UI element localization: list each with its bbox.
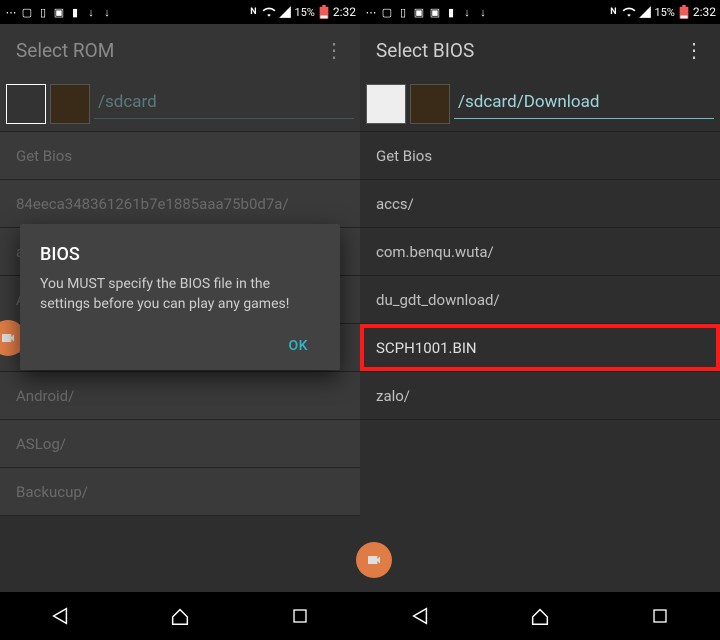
video-icon: ▮	[68, 5, 82, 19]
rom-thumb-1[interactable]	[366, 84, 406, 124]
rom-thumb-1[interactable]	[6, 84, 46, 124]
list-item[interactable]: Get Bios	[360, 132, 720, 180]
recents-button[interactable]	[280, 596, 320, 636]
right-pane: ⋯ ▢ ▯ ▣ ▣ ▮ ↓ ↓ N 15% 2:32 Select BIOS ⋮	[360, 0, 720, 640]
cast-icon: ▢	[20, 5, 34, 19]
status-bar: ⋯ ▢ ▯ ▣ ▣ ▮ ↓ ↓ N 15% 2:32	[360, 0, 720, 24]
nfc-icon: N	[246, 5, 260, 19]
pic-icon: ▣	[412, 5, 426, 19]
list-item-highlighted[interactable]: SCPH1001.BIN	[360, 324, 720, 372]
list-item[interactable]: 84eeca348361261b7e1885aaa75b0d7a/	[0, 180, 360, 228]
page-title: Select BIOS	[376, 39, 474, 62]
battery-pct: 15%	[294, 6, 314, 19]
nfc-icon: N	[606, 5, 620, 19]
path-row: /sdcard/Download	[360, 76, 720, 132]
notif-icon: ⋯	[4, 5, 18, 19]
app-bar: Select ROM ⋮	[0, 24, 360, 76]
recents-button[interactable]	[640, 596, 680, 636]
nav-bar	[0, 592, 360, 640]
overflow-menu[interactable]: ⋮	[324, 38, 344, 62]
rom-thumb-2[interactable]	[410, 84, 450, 124]
battery-pct: 15%	[654, 6, 674, 19]
path-input[interactable]: /sdcard	[94, 88, 354, 119]
list-item[interactable]: Get Bios	[0, 132, 360, 180]
signal-icon	[638, 5, 652, 19]
battery-icon	[317, 5, 331, 19]
notif-icon: ⋯	[364, 5, 378, 19]
recorder-icon[interactable]	[356, 542, 392, 578]
list-item[interactable]: com.benqu.wuta/	[360, 228, 720, 276]
clock: 2:32	[333, 5, 356, 19]
list-item[interactable]: accs/	[360, 180, 720, 228]
list-item[interactable]: du_gdt_download/	[360, 276, 720, 324]
cast-icon: ▢	[380, 5, 394, 19]
dialog-ok-button[interactable]: OK	[277, 330, 321, 362]
download-icon: ↓	[476, 5, 490, 19]
back-button[interactable]	[400, 596, 440, 636]
wifi-icon	[622, 5, 636, 19]
back-button[interactable]	[40, 596, 80, 636]
clock: 2:32	[693, 5, 716, 19]
list-item[interactable]: zalo/	[360, 372, 720, 420]
file-list: Get Bios accs/ com.benqu.wuta/ du_gdt_do…	[360, 132, 720, 592]
list-item[interactable]: Backucup/	[0, 468, 360, 516]
page-title: Select ROM	[16, 39, 114, 62]
status-bar: ⋯ ▢ ▯ ▣ ▮ ↓ ↓ N 15% 2:32	[0, 0, 360, 24]
bios-dialog: BIOS You MUST specify the BIOS file in t…	[20, 224, 340, 370]
app-bar: Select BIOS ⋮	[360, 24, 720, 76]
path-input[interactable]: /sdcard/Download	[454, 88, 714, 119]
dialog-body: You MUST specify the BIOS file in the se…	[40, 275, 320, 314]
list-item[interactable]: ASLog/	[0, 420, 360, 468]
download-icon: ↓	[460, 5, 474, 19]
pic-icon: ▣	[428, 5, 442, 19]
list-item[interactable]: Android/	[0, 372, 360, 420]
wifi-icon	[262, 5, 276, 19]
home-button[interactable]	[520, 596, 560, 636]
left-pane: ⋯ ▢ ▯ ▣ ▮ ↓ ↓ N 15% 2:32 Select ROM ⋮	[0, 0, 360, 640]
home-button[interactable]	[160, 596, 200, 636]
overflow-menu[interactable]: ⋮	[684, 38, 704, 62]
download-icon: ↓	[84, 5, 98, 19]
sd-icon: ▯	[36, 5, 50, 19]
signal-icon	[278, 5, 292, 19]
dialog-title: BIOS	[40, 244, 320, 265]
pic-icon: ▣	[52, 5, 66, 19]
battery-icon	[677, 5, 691, 19]
nav-bar	[360, 592, 720, 640]
rom-thumb-2[interactable]	[50, 84, 90, 124]
sd-icon: ▯	[396, 5, 410, 19]
video-icon: ▮	[444, 5, 458, 19]
path-row: /sdcard	[0, 76, 360, 132]
download-icon: ↓	[100, 5, 114, 19]
